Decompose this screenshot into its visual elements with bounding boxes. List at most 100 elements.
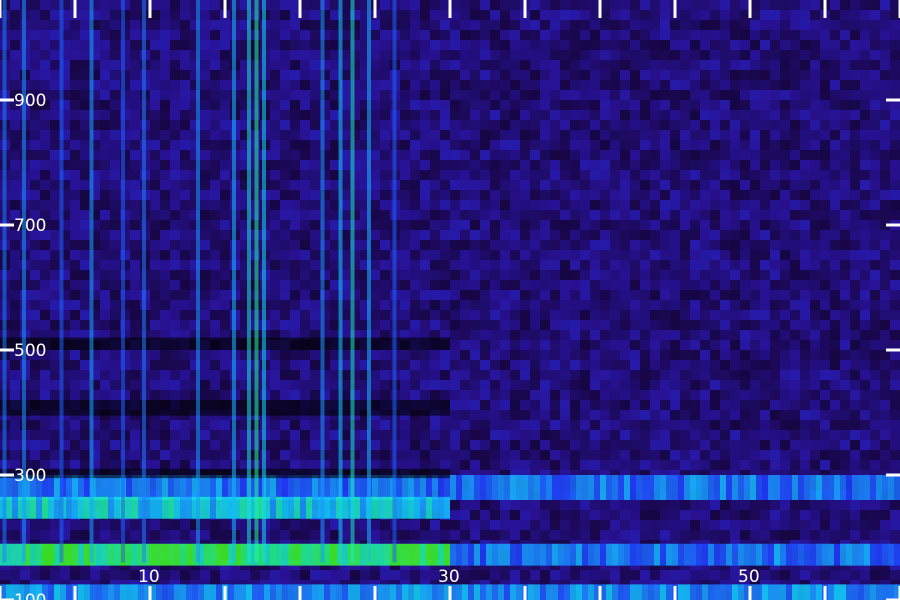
heatmap-cell bbox=[160, 280, 170, 290]
heatmap-cell bbox=[280, 170, 290, 180]
heatmap-cell bbox=[670, 180, 680, 190]
heatmap-cell bbox=[570, 140, 580, 150]
heatmap-cell bbox=[520, 230, 530, 240]
heatmap-cell bbox=[700, 530, 710, 540]
heatmap-cell bbox=[480, 180, 490, 190]
heatmap-cell bbox=[620, 290, 630, 300]
heatmap-cell bbox=[770, 170, 780, 180]
heatmap-cell bbox=[520, 20, 530, 30]
heatmap-cell bbox=[580, 150, 590, 160]
heatmap-cell bbox=[610, 380, 620, 390]
heatmap-cell bbox=[620, 250, 630, 260]
heatmap-cell bbox=[40, 80, 50, 90]
heatmap-cell bbox=[30, 180, 40, 190]
heatmap-cell bbox=[770, 290, 780, 300]
heatmap-cell bbox=[150, 280, 160, 290]
heatmap-cell bbox=[490, 390, 500, 400]
heatmap-cell bbox=[730, 80, 740, 90]
heatmap-cell bbox=[870, 460, 880, 470]
heatmap-cell bbox=[460, 370, 470, 380]
heatmap-cell bbox=[860, 130, 870, 140]
heatmap-cell bbox=[500, 200, 510, 210]
heatmap-cell bbox=[580, 240, 590, 250]
heatmap-cell bbox=[760, 160, 770, 170]
heatmap-cell bbox=[380, 40, 390, 50]
heatmap-cell bbox=[550, 50, 560, 60]
heatmap-cell bbox=[130, 130, 140, 140]
heatmap-cell bbox=[710, 460, 720, 470]
heatmap-cell bbox=[530, 370, 540, 380]
heatmap-cell bbox=[860, 30, 870, 40]
heatmap-cell bbox=[520, 100, 530, 110]
heatmap-cell bbox=[400, 0, 410, 10]
heatmap-cell bbox=[660, 110, 670, 120]
heatmap-cell bbox=[760, 130, 770, 140]
heatmap-cell bbox=[500, 340, 510, 350]
heatmap-cell bbox=[410, 130, 420, 140]
heatmap-cell bbox=[630, 450, 640, 460]
heatmap-cell bbox=[380, 360, 390, 370]
heatmap-cell bbox=[750, 160, 760, 170]
heatmap-cell bbox=[80, 100, 90, 110]
heatmap-cell bbox=[620, 350, 630, 360]
heatmap-cell bbox=[560, 430, 570, 440]
heatmap-cell bbox=[860, 460, 870, 470]
heatmap-cell bbox=[570, 300, 580, 310]
heatmap-cell bbox=[620, 10, 630, 20]
heatmap-cell bbox=[50, 60, 60, 70]
heatmap-cell bbox=[30, 70, 40, 80]
heatmap-cell bbox=[210, 310, 220, 320]
heatmap-cell bbox=[30, 430, 40, 440]
heatmap-cell bbox=[710, 340, 720, 350]
heatmap-cell bbox=[210, 520, 220, 530]
heatmap-cell bbox=[770, 110, 780, 120]
heatmap-cell bbox=[420, 40, 430, 50]
heatmap-cell bbox=[500, 40, 510, 50]
heatmap-cell bbox=[540, 0, 550, 10]
heatmap-cell bbox=[310, 80, 320, 90]
heatmap-cell bbox=[110, 450, 120, 460]
heatmap-cell bbox=[570, 440, 580, 450]
heatmap-cell bbox=[160, 140, 170, 150]
heatmap-cell bbox=[170, 130, 180, 140]
heatmap-cell bbox=[830, 350, 840, 360]
heatmap-cell bbox=[680, 380, 690, 390]
heatmap-cell bbox=[460, 150, 470, 160]
heatmap-cell bbox=[30, 160, 40, 170]
heatmap-cell bbox=[290, 420, 300, 430]
heatmap-cell bbox=[50, 430, 60, 440]
heatmap-cell bbox=[860, 390, 870, 400]
heatmap-cell bbox=[280, 520, 290, 530]
heatmap-cell bbox=[510, 430, 520, 440]
heatmap-cell bbox=[170, 90, 180, 100]
heatmap-cell bbox=[610, 110, 620, 120]
heatmap-cell bbox=[440, 190, 450, 200]
heatmap-cell bbox=[850, 270, 860, 280]
heatmap-cell bbox=[740, 340, 750, 350]
heatmap-cell bbox=[890, 250, 900, 260]
heatmap-cell bbox=[870, 130, 880, 140]
heatmap-cell bbox=[180, 80, 190, 90]
heatmap-cell bbox=[790, 270, 800, 280]
heatmap-cell bbox=[690, 210, 700, 220]
heatmap-cell bbox=[540, 510, 550, 520]
heatmap-cell bbox=[560, 190, 570, 200]
heatmap-cell bbox=[550, 240, 560, 250]
heatmap-cell bbox=[670, 260, 680, 270]
heatmap-cell bbox=[640, 520, 650, 530]
heatmap-cell bbox=[720, 380, 730, 390]
heatmap-cell bbox=[650, 90, 660, 100]
heatmap-cell bbox=[30, 170, 40, 180]
heatmap-cell bbox=[570, 430, 580, 440]
heatmap-cell bbox=[660, 120, 670, 130]
heatmap-cell bbox=[780, 150, 790, 160]
heatmap-cell bbox=[450, 400, 460, 410]
heatmap-cell bbox=[890, 200, 900, 210]
heatmap-cell bbox=[70, 350, 80, 360]
heatmap-cell bbox=[380, 200, 390, 210]
heatmap-cell bbox=[480, 90, 490, 100]
heatmap-cell bbox=[600, 500, 610, 510]
heatmap-cell bbox=[810, 440, 820, 450]
heatmap-cell bbox=[470, 270, 480, 280]
heatmap-cell bbox=[410, 140, 420, 150]
